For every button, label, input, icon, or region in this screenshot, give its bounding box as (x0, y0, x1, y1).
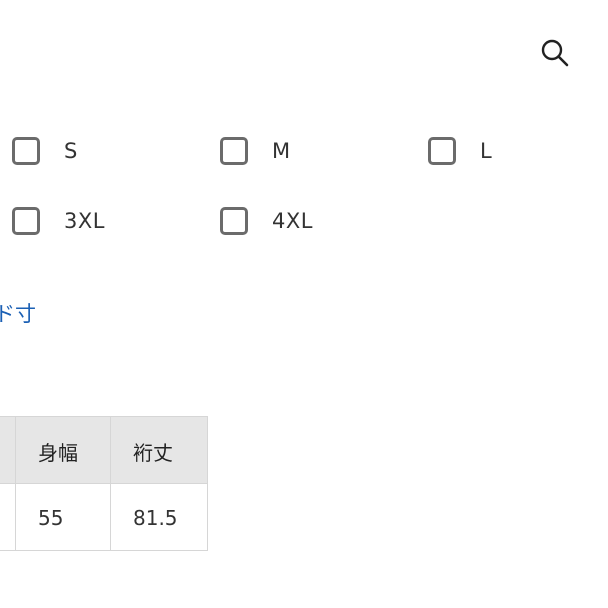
size-label-4xl: 4XL (272, 209, 313, 233)
size-label-3xl: 3XL (64, 209, 105, 233)
size-table: 身幅 裄丈 55 81.5 (0, 416, 208, 551)
size-label-l: L (480, 139, 493, 163)
table-row: 55 81.5 (0, 483, 208, 551)
size-checkbox-3xl[interactable] (12, 207, 40, 235)
table-header-cell: 裄丈 (110, 416, 208, 484)
table-cell: 55 (15, 483, 111, 551)
size-option-l[interactable]: L (428, 134, 492, 168)
size-checkbox-l[interactable] (428, 137, 456, 165)
size-option-s[interactable]: S (12, 134, 78, 168)
size-option-3xl[interactable]: 3XL (12, 204, 105, 238)
size-checkbox-4xl[interactable] (220, 207, 248, 235)
product-size-panel: S M L 3XL 4XL ド寸 身幅 裄丈 55 81.5 (0, 0, 608, 608)
size-label-m: M (272, 139, 291, 163)
table-header-cell: 身幅 (15, 416, 111, 484)
size-label-s: S (64, 139, 78, 163)
table-header-row: 身幅 裄丈 (0, 416, 208, 484)
size-option-4xl[interactable]: 4XL (220, 204, 313, 238)
table-cell (0, 483, 16, 551)
search-icon (541, 39, 569, 67)
size-guide-link[interactable]: ド寸 (0, 298, 36, 328)
size-option-m[interactable]: M (220, 134, 291, 168)
search-button[interactable] (536, 34, 576, 74)
table-cell: 81.5 (110, 483, 208, 551)
size-checkbox-m[interactable] (220, 137, 248, 165)
size-checkbox-s[interactable] (12, 137, 40, 165)
table-header-cell (0, 416, 16, 484)
